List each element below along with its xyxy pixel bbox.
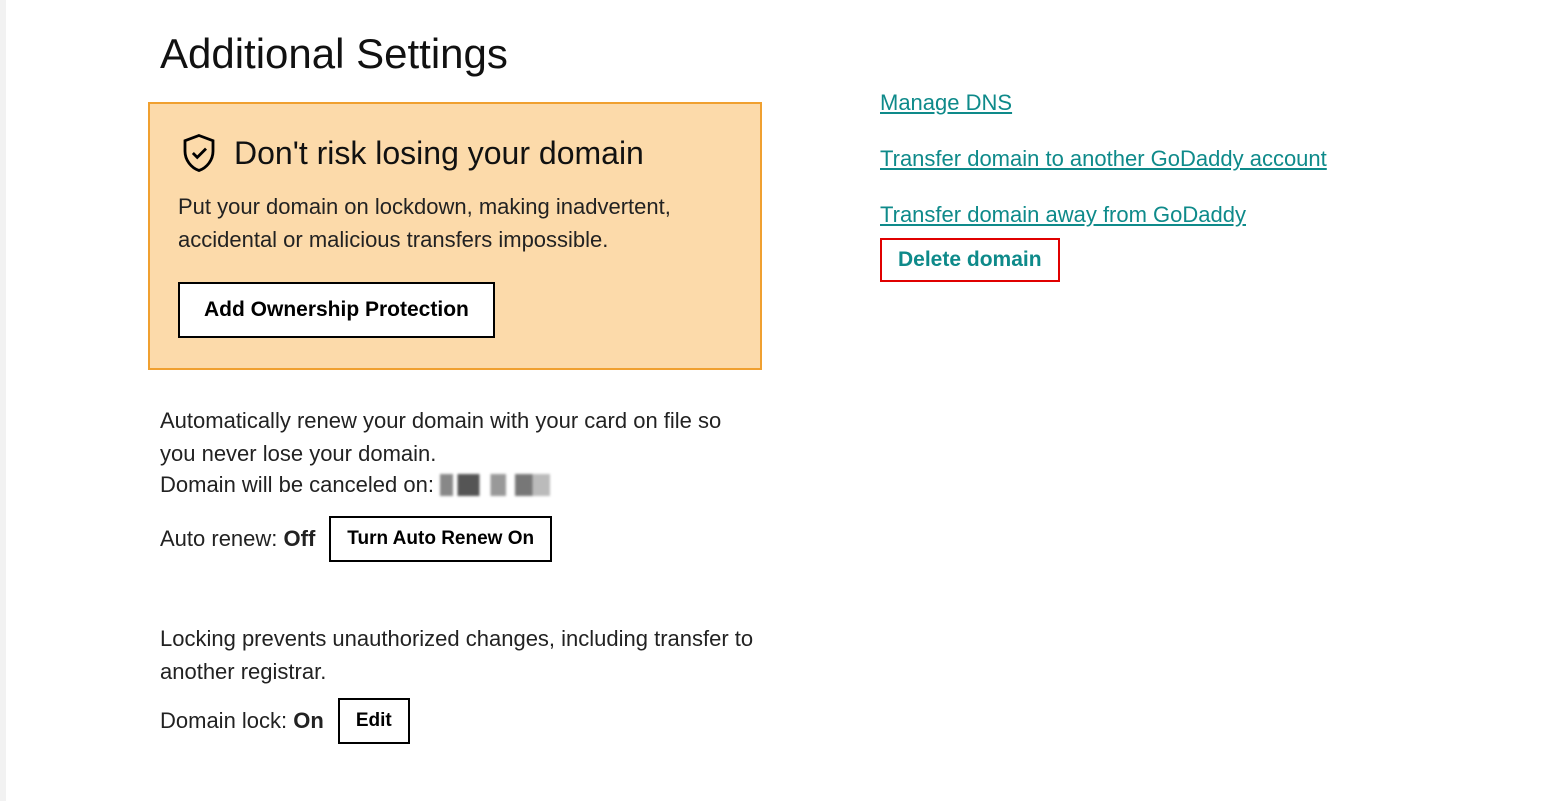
page-title: Additional Settings [160,30,880,78]
edit-domain-lock-button[interactable]: Edit [338,698,410,744]
callout-header: Don't risk losing your domain [178,132,732,174]
shield-check-icon [178,132,220,174]
add-ownership-protection-button[interactable]: Add Ownership Protection [178,282,495,338]
callout-title: Don't risk losing your domain [234,135,644,172]
delete-domain-highlight: Delete domain [880,238,1060,282]
turn-auto-renew-on-button[interactable]: Turn Auto Renew On [329,516,552,562]
ownership-protection-callout: Don't risk losing your domain Put your d… [148,102,762,370]
cancel-date-row: Domain will be canceled on: [160,472,760,498]
right-column: Manage DNS Transfer domain to another Go… [880,30,1327,282]
cancel-date-value-redacted [440,474,550,496]
auto-renew-row: Auto renew: Off Turn Auto Renew On [160,516,760,562]
auto-renew-label: Auto renew: [160,526,277,551]
left-gutter [0,0,6,801]
settings-container: Additional Settings Don't risk losing yo… [0,0,1547,744]
callout-description: Put your domain on lockdown, making inad… [178,190,732,256]
manage-dns-link[interactable]: Manage DNS [880,90,1012,116]
domain-lock-section: Locking prevents unauthorized changes, i… [160,622,760,744]
transfer-away-link[interactable]: Transfer domain away from GoDaddy [880,202,1246,228]
domain-lock-value: On [293,708,324,733]
auto-renew-description: Automatically renew your domain with you… [160,404,760,470]
delete-domain-link[interactable]: Delete domain [898,248,1042,271]
auto-renew-section: Automatically renew your domain with you… [160,404,760,562]
cancel-date-label: Domain will be canceled on: [160,472,434,498]
auto-renew-value: Off [284,526,316,551]
domain-lock-row: Domain lock: On Edit [160,698,760,744]
transfer-to-account-link[interactable]: Transfer domain to another GoDaddy accou… [880,146,1327,172]
domain-lock-description: Locking prevents unauthorized changes, i… [160,622,760,688]
domain-lock-label: Domain lock: [160,708,287,733]
left-column: Additional Settings Don't risk losing yo… [160,30,880,744]
